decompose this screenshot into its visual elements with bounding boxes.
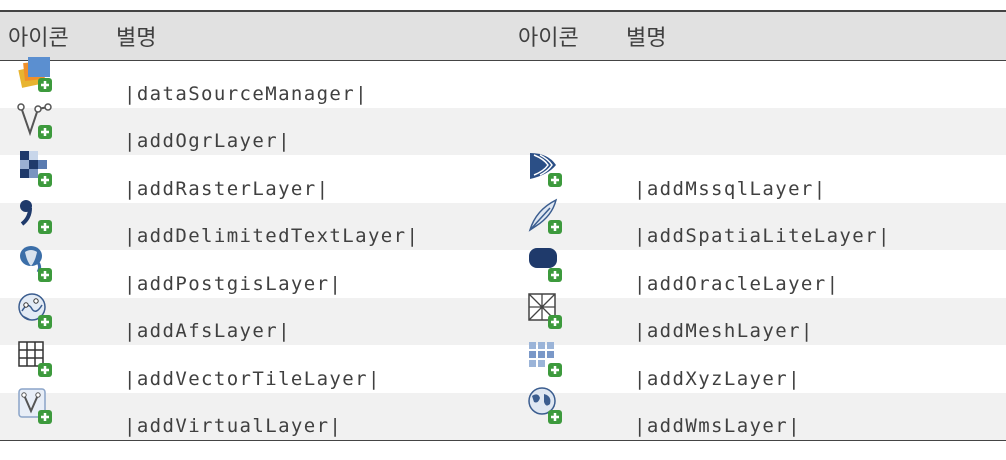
- add-ogr-layer-icon: [16, 101, 56, 141]
- alias-text: |addMeshLayer|: [634, 320, 814, 343]
- table-header-row: 아이콘 별명 아이콘 별명: [0, 10, 1006, 61]
- table-row: |addVirtualLayer| |addWmsLayer|: [0, 387, 1006, 441]
- alias-text: |addAfsLayer|: [124, 320, 291, 343]
- header-icon-right: 아이콘: [510, 10, 618, 61]
- table-row: |addDelimitedTextLayer| |addSpatiaLiteLa…: [0, 198, 1006, 250]
- add-mssql-layer-icon: [526, 149, 566, 189]
- alias-text: |addWmsLayer|: [634, 415, 801, 437]
- add-virtual-layer-icon: [16, 386, 56, 426]
- alias-text: |addRasterLayer|: [124, 177, 330, 200]
- add-raster-layer-icon: [16, 149, 56, 189]
- icon-alias-table: 아이콘 별명 아이콘 별명 |dataSourceManager| |addOg…: [0, 10, 1006, 441]
- add-xyz-layer-icon: [526, 339, 566, 379]
- table-row: |addPostgisLayer| |addOracleLayer|: [0, 245, 1006, 298]
- add-vector-tile-layer-icon: [16, 339, 56, 379]
- data-source-manager-icon: [16, 54, 56, 94]
- add-oracle-layer-icon: [526, 244, 566, 284]
- add-postgis-layer-icon: [16, 244, 56, 284]
- table-row: |addAfsLayer| |addMeshLayer|: [0, 293, 1006, 345]
- header-icon-left: 아이콘: [0, 10, 108, 61]
- alias-text: |addVectorTileLayer|: [124, 367, 381, 390]
- header-alias-left: 별명: [108, 10, 510, 61]
- add-spatialite-layer-icon: [526, 196, 566, 236]
- alias-text: |addVirtualLayer|: [124, 415, 343, 437]
- alias-text: |addSpatiaLiteLayer|: [634, 225, 891, 248]
- add-mesh-layer-icon: [526, 291, 566, 331]
- alias-text: |addDelimitedTextLayer|: [124, 225, 420, 248]
- alias-text: |addMssqlLayer|: [634, 177, 827, 200]
- table-row: |dataSourceManager|: [0, 57, 1006, 108]
- add-afs-layer-icon: [16, 291, 56, 331]
- alias-text: |addPostgisLayer|: [124, 272, 343, 295]
- table-row: |addRasterLayer| |addMssqlLayer|: [0, 150, 1006, 203]
- table-row: |addVectorTileLayer| |addXyzLayer|: [0, 341, 1006, 393]
- header-alias-right: 별명: [618, 10, 1006, 61]
- alias-text: |addOracleLayer|: [634, 272, 840, 295]
- alias-text: |addXyzLayer|: [634, 367, 801, 390]
- alias-text: |addOgrLayer|: [124, 130, 291, 153]
- table-row: |addOgrLayer|: [0, 103, 1006, 155]
- page: 아이콘 별명 아이콘 별명 |dataSourceManager| |addOg…: [0, 0, 1006, 460]
- add-delimited-text-layer-icon: [16, 196, 56, 236]
- add-wms-layer-icon: [526, 386, 566, 426]
- alias-text: |dataSourceManager|: [124, 83, 368, 105]
